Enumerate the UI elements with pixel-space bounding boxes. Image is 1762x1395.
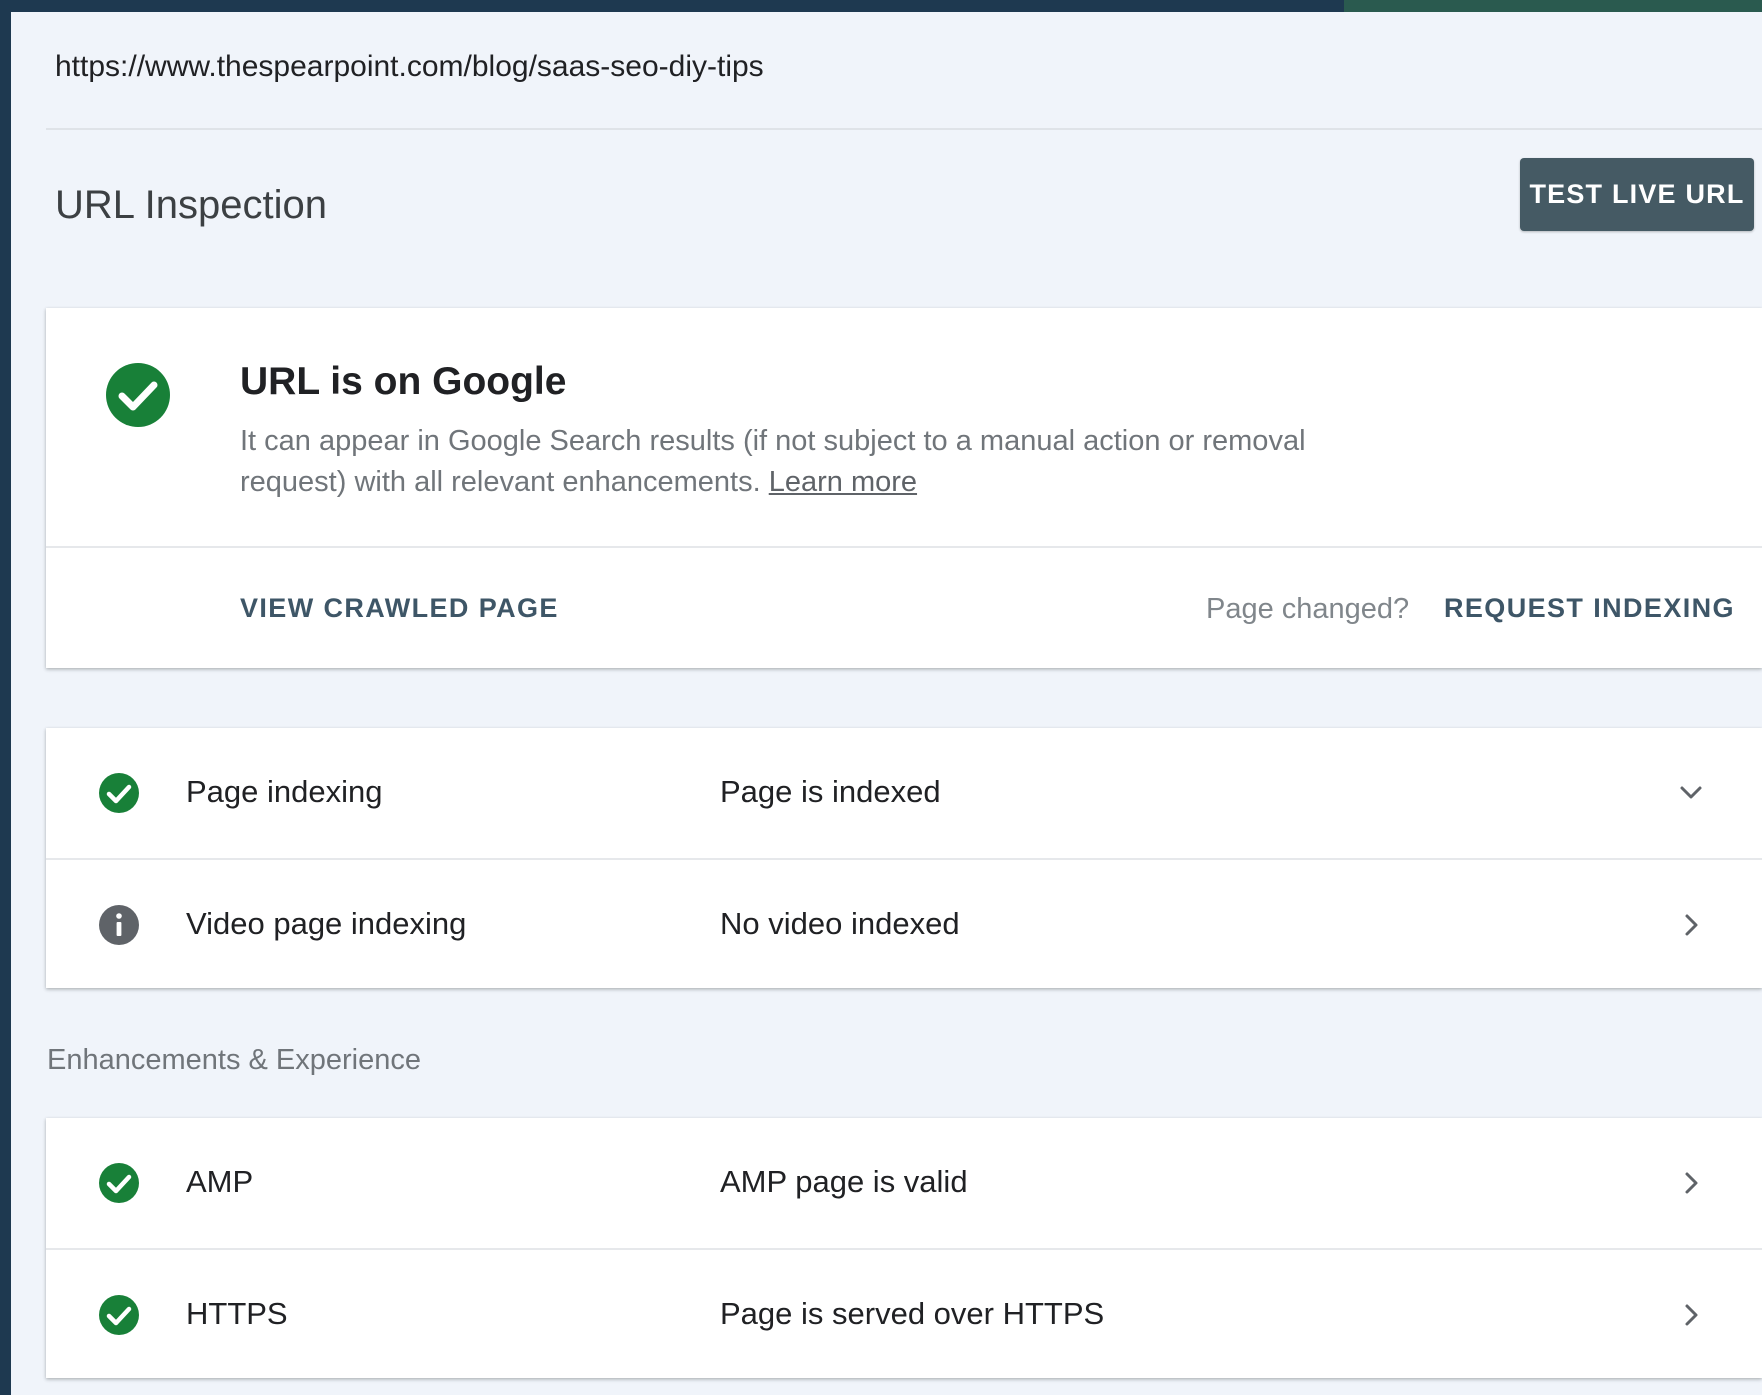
video-page-indexing-row[interactable]: Video page indexing No video indexed	[46, 858, 1762, 990]
chevron-right-icon	[1685, 914, 1698, 936]
row-label: HTTPS	[186, 1296, 288, 1331]
https-row[interactable]: HTTPS Page is served over HTTPS	[46, 1248, 1762, 1380]
check-circle-icon	[99, 773, 139, 813]
inspected-url: https://www.thespearpoint.com/blog/saas-…	[55, 50, 764, 83]
status-title: URL is on Google	[240, 360, 567, 403]
enhancements-section-label: Enhancements & Experience	[47, 1044, 421, 1076]
indexing-card: Page indexing Page is indexed Video page…	[46, 728, 1762, 988]
check-circle-icon	[99, 1163, 139, 1203]
page-title: URL Inspection	[55, 183, 327, 227]
learn-more-link[interactable]: Learn more	[769, 466, 917, 498]
row-label: AMP	[186, 1164, 254, 1199]
status-description: It can appear in Google Search results (…	[240, 421, 1380, 503]
check-circle-icon	[106, 363, 170, 427]
test-live-url-button[interactable]: TEST LIVE URL	[1520, 158, 1754, 231]
request-indexing-button[interactable]: REQUEST INDEXING	[1444, 593, 1735, 624]
row-value: Page is indexed	[720, 774, 941, 809]
top-accent-bar	[1344, 0, 1762, 12]
row-label: Page indexing	[186, 774, 383, 809]
view-crawled-page-button[interactable]: VIEW CRAWLED PAGE	[240, 593, 559, 624]
chevron-right-icon	[1685, 1172, 1698, 1194]
row-label: Video page indexing	[186, 906, 467, 941]
divider	[46, 546, 1762, 548]
amp-row[interactable]: AMP AMP page is valid	[46, 1118, 1762, 1248]
enhancements-card: AMP AMP page is valid HTTPS Page is serv…	[46, 1118, 1762, 1378]
row-value: AMP page is valid	[720, 1164, 968, 1199]
info-icon	[99, 905, 139, 945]
index-status-card: URL is on Google It can appear in Google…	[46, 308, 1762, 668]
inspection-panel: https://www.thespearpoint.com/blog/saas-…	[11, 12, 1762, 1395]
page-changed-label: Page changed?	[1206, 593, 1410, 625]
page-indexing-row[interactable]: Page indexing Page is indexed	[46, 728, 1762, 858]
chevron-down-icon	[1680, 786, 1702, 799]
divider	[46, 128, 1762, 130]
chevron-right-icon	[1685, 1304, 1698, 1326]
check-circle-icon	[99, 1295, 139, 1335]
app-window: https://www.thespearpoint.com/blog/saas-…	[0, 0, 1762, 1395]
row-value: Page is served over HTTPS	[720, 1296, 1105, 1331]
row-value: No video indexed	[720, 906, 960, 941]
